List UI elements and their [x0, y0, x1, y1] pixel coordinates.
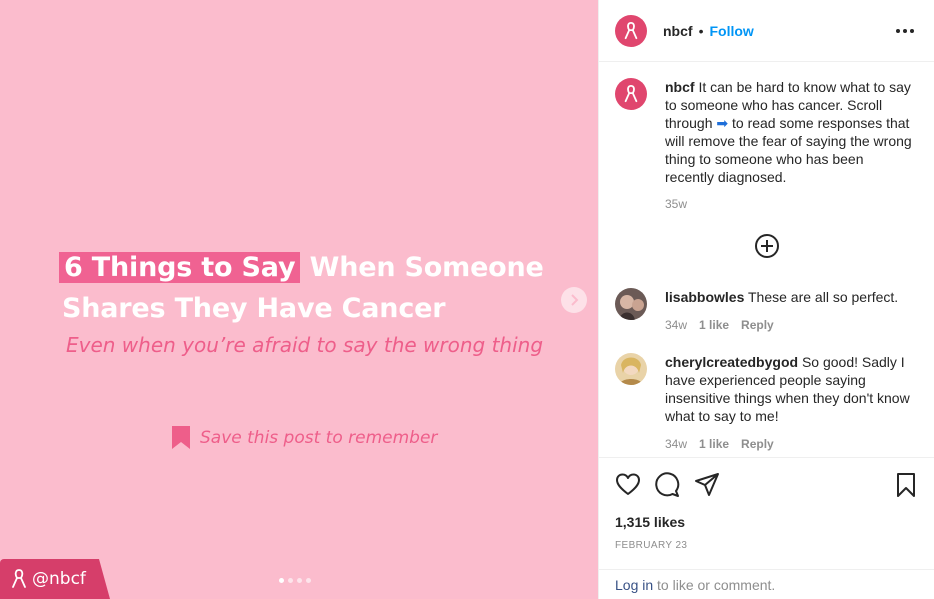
avatar[interactable] [615, 353, 647, 385]
headline-rest: When Someone [300, 252, 544, 283]
reply-button[interactable]: Reply [741, 316, 774, 334]
comment-body: cherylcreatedbygod So good! Sadly I have… [665, 353, 915, 453]
heart-icon[interactable] [615, 472, 641, 498]
action-icons [615, 472, 918, 500]
caption-username[interactable]: nbcf [665, 79, 695, 95]
ribbon-icon [624, 85, 638, 103]
next-slide-button[interactable] [561, 287, 587, 313]
media-headline: 6 Things to Say When Someone Shares They… [59, 247, 562, 329]
post-sidebar: nbcf • Follow nbcf It can be hard to kno… [598, 0, 934, 599]
avatar[interactable] [615, 78, 647, 110]
media-handle-tab: @nbcf [0, 559, 110, 599]
comment-username[interactable]: cherylcreatedbygod [665, 354, 798, 370]
save-reminder: Save this post to remember [172, 426, 437, 449]
comment-icon[interactable] [654, 472, 680, 498]
caption-body: nbcf It can be hard to know what to say … [665, 78, 915, 213]
bookmark-icon [172, 426, 190, 449]
headline-line-2: Shares They Have Cancer [62, 293, 446, 324]
comment-likes[interactable]: 1 like [699, 316, 729, 334]
save-reminder-text: Save this post to remember [200, 427, 438, 448]
post-media: 6 Things to Say When Someone Shares They… [0, 0, 598, 599]
comment-body: lisabbowles These are all so perfect. 34… [665, 288, 915, 334]
avatar[interactable] [615, 14, 647, 47]
carousel-dot [279, 578, 284, 583]
comment-text: These are all so perfect. [744, 289, 899, 305]
media-subline: Even when you’re afraid to say the wrong… [66, 333, 544, 357]
post-date: FEBRUARY 23 [615, 540, 688, 551]
share-icon[interactable] [694, 472, 720, 498]
post-header: nbcf • Follow [599, 0, 934, 62]
login-rest: to like or comment. [653, 577, 776, 593]
carousel-dot [288, 578, 293, 583]
header-separator: • [698, 22, 704, 39]
chevron-right-icon [571, 294, 579, 306]
arrow-emoji: ➡ [716, 115, 729, 131]
login-link[interactable]: Log in [615, 577, 653, 593]
carousel-dot [306, 578, 311, 583]
likes-count[interactable]: 1,315 likes [615, 514, 685, 530]
login-prompt: Log in to like or comment. [599, 569, 934, 599]
reply-button[interactable]: Reply [741, 435, 774, 453]
comment-username[interactable]: lisabbowles [665, 289, 744, 305]
plus-circle-icon[interactable] [754, 233, 780, 259]
post-actions: 1,315 likes FEBRUARY 23 [599, 457, 934, 569]
bookmark-icon[interactable] [895, 472, 917, 498]
ribbon-icon [624, 21, 638, 39]
media-handle: @nbcf [32, 569, 86, 589]
caption: nbcf It can be hard to know what to say … [615, 78, 918, 213]
avatar[interactable] [615, 288, 647, 320]
comment-age: 34w [665, 437, 688, 451]
carousel-dots [279, 578, 311, 583]
comment-age: 34w [665, 318, 688, 332]
ribbon-icon [12, 569, 26, 588]
follow-button[interactable]: Follow [709, 23, 753, 39]
comment-item: lisabbowles These are all so perfect. 34… [615, 288, 918, 334]
comment-likes[interactable]: 1 like [699, 435, 729, 453]
header-username[interactable]: nbcf [663, 23, 693, 39]
headline-highlight: 6 Things to Say [59, 252, 301, 283]
carousel-dot [297, 578, 302, 583]
more-icon[interactable] [896, 29, 914, 33]
comments-section[interactable]: nbcf It can be hard to know what to say … [599, 62, 934, 457]
comment-item: cherylcreatedbygod So good! Sadly I have… [615, 353, 918, 453]
caption-age: 35w [665, 197, 688, 211]
